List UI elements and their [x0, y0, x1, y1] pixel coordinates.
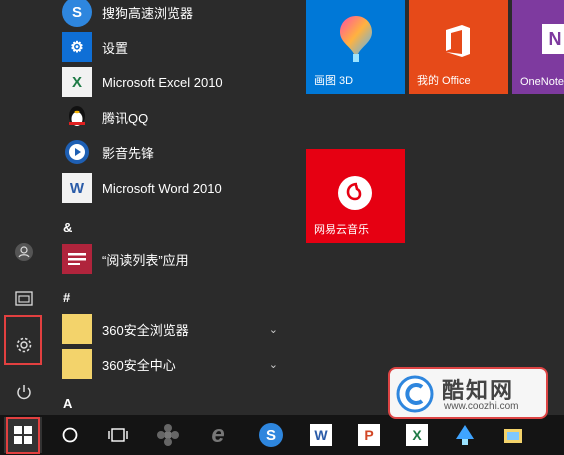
watermark-url: www.coozhi.com: [444, 401, 519, 412]
documents-button[interactable]: [6, 280, 42, 316]
taskbar: e S W P X: [0, 415, 564, 455]
tile-netease-music[interactable]: 网易云音乐: [306, 149, 405, 243]
tile-my-office[interactable]: 我的 Office: [409, 0, 508, 94]
user-icon: [15, 243, 33, 261]
pen-app-icon: [456, 425, 474, 445]
qq-penguin-icon: [62, 102, 92, 132]
app-item-media-player[interactable]: 影音先锋: [62, 135, 290, 169]
tile-label: OneNote: [520, 76, 564, 88]
app-list: S 搜狗高速浏览器 ⚙ 设置 X Microsoft Excel 2010 腾讯…: [56, 0, 296, 415]
chevron-down-icon: ⌄: [268, 358, 278, 371]
onenote-icon: N: [542, 24, 564, 54]
app-item-qq[interactable]: 腾讯QQ: [62, 100, 290, 134]
tile-label: 画图 3D: [314, 75, 354, 87]
watermark-logo: 酷知网 www.coozhi.com: [388, 367, 548, 419]
paint-3d-icon: [340, 16, 372, 62]
taskbar-app-fan[interactable]: [149, 417, 187, 453]
fan-app-icon: [157, 424, 179, 446]
app-item-reading-list[interactable]: “阅读列表”应用: [62, 242, 290, 276]
documents-icon: [15, 291, 33, 306]
folder-icon: [62, 314, 92, 344]
task-view-button[interactable]: [99, 417, 137, 453]
power-icon: [17, 385, 31, 400]
coozhi-logo-icon: [396, 375, 434, 413]
app-item-sogou[interactable]: S 搜狗高速浏览器: [62, 0, 290, 29]
tile-onenote[interactable]: N OneNote: [512, 0, 564, 94]
sogou-browser-icon: S: [62, 0, 92, 27]
start-rail: [0, 0, 48, 415]
app-item-word[interactable]: W Microsoft Word 2010: [62, 171, 290, 205]
powerpoint-icon: P: [358, 424, 380, 446]
folder-label: 360安全浏览器: [102, 322, 189, 338]
section-header-amp[interactable]: &: [63, 220, 72, 235]
tile-area: 画图 3D 我的 Office N OneNote 网易云音乐: [306, 0, 564, 415]
taskbar-sogou[interactable]: S: [252, 417, 290, 453]
folder-label: 360安全中心: [102, 357, 176, 373]
taskbar-powerpoint[interactable]: P: [350, 417, 388, 453]
gear-icon: ⚙: [62, 32, 92, 62]
svg-text:S: S: [266, 427, 276, 444]
internet-explorer-icon: e: [211, 421, 225, 448]
app-item-excel[interactable]: X Microsoft Excel 2010: [62, 65, 290, 99]
folder-item-360-browser[interactable]: 360安全浏览器 ⌄: [62, 312, 290, 346]
cortana-button[interactable]: [51, 417, 89, 453]
app-label: 腾讯QQ: [102, 110, 149, 126]
netease-music-icon: [338, 176, 372, 210]
folder-icon: [62, 349, 92, 379]
app-label: “阅读列表”应用: [102, 252, 189, 268]
cortana-circle-icon: [62, 427, 78, 443]
word-icon: W: [62, 173, 92, 203]
taskbar-ie[interactable]: e: [199, 417, 237, 453]
taskbar-word[interactable]: W: [302, 417, 340, 453]
task-view-icon: [108, 428, 128, 442]
taskbar-app-blue[interactable]: [446, 417, 484, 453]
app-label: 影音先锋: [102, 145, 155, 161]
image-app-icon: [504, 429, 522, 443]
excel-icon: X: [62, 67, 92, 97]
tile-paint-3d[interactable]: 画图 3D: [306, 0, 405, 94]
taskbar-excel[interactable]: X: [398, 417, 436, 453]
excel-icon: X: [406, 424, 428, 446]
reading-list-icon: [62, 244, 92, 274]
app-label: Microsoft Word 2010: [102, 180, 222, 196]
tile-label: 我的 Office: [417, 75, 471, 87]
power-button[interactable]: [6, 374, 42, 410]
app-label: 设置: [102, 40, 129, 56]
folder-item-360-security[interactable]: 360安全中心 ⌄: [62, 347, 290, 381]
app-label: Microsoft Excel 2010: [102, 74, 223, 90]
start-highlight-box: [6, 417, 40, 454]
sogou-browser-icon: S: [259, 423, 283, 447]
media-player-icon: [62, 137, 92, 167]
taskbar-app-screenshot[interactable]: [494, 417, 532, 453]
office-icon: [446, 25, 470, 57]
tile-label: 网易云音乐: [314, 224, 369, 236]
user-account-button[interactable]: [6, 234, 42, 270]
chevron-down-icon: ⌄: [268, 323, 278, 336]
settings-highlight-box: [4, 315, 42, 365]
word-icon: W: [310, 424, 332, 446]
section-header-hash[interactable]: #: [63, 290, 70, 305]
section-header-a[interactable]: A: [63, 396, 72, 411]
app-item-settings[interactable]: ⚙ 设置: [62, 30, 290, 64]
app-label: 搜狗高速浏览器: [102, 5, 194, 21]
